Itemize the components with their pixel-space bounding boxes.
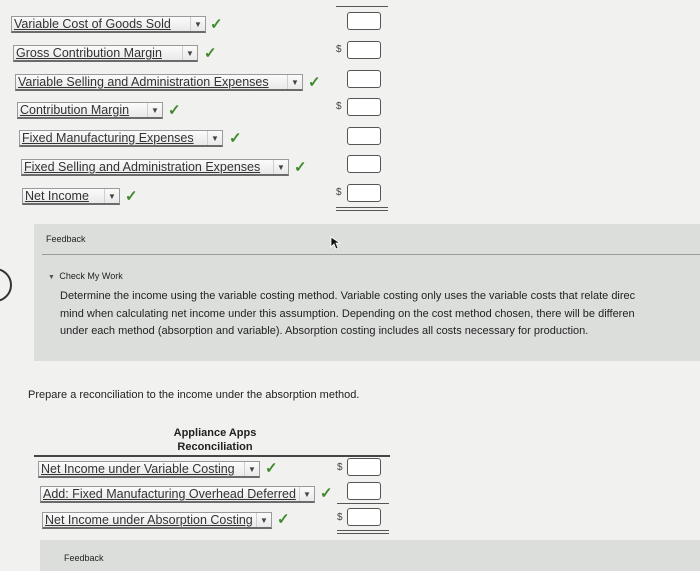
select-label: Gross Contribution Margin [16, 46, 162, 60]
checkmark-icon: ✓ [229, 130, 242, 147]
amount-input[interactable] [347, 12, 381, 30]
double-underline [336, 210, 388, 211]
select-label: Contribution Margin [20, 103, 130, 117]
checkmark-icon: ✓ [294, 159, 307, 176]
dollar-sign: $ [337, 462, 343, 473]
select-label: Variable Selling and Administration Expe… [18, 75, 269, 89]
column-rule [336, 6, 388, 7]
reconciliation-title: Reconciliation [177, 441, 253, 453]
feedback-panel-2: Feedback [40, 540, 700, 571]
divider [42, 254, 700, 255]
amount-input[interactable] [347, 184, 381, 202]
checkmark-icon: ✓ [277, 511, 290, 528]
checkmark-icon: ✓ [210, 16, 223, 33]
select-fixed-manufacturing-expenses[interactable]: Fixed Manufacturing Expenses ▼ [19, 130, 223, 147]
chevron-down-icon: ▼ [207, 131, 222, 145]
select-label: Net Income under Variable Costing [41, 462, 235, 476]
feedback-label: Feedback [64, 553, 104, 563]
feedback-line: Determine the income using the variable … [60, 290, 636, 302]
amount-input[interactable] [347, 508, 381, 526]
select-label: Fixed Manufacturing Expenses [22, 131, 194, 145]
double-underline [337, 533, 389, 534]
select-net-income[interactable]: Net Income ▼ [22, 188, 120, 205]
select-fixed-selling-admin-expenses[interactable]: Fixed Selling and Administration Expense… [21, 159, 289, 176]
company-name: Appliance Apps [173, 427, 257, 439]
select-label: Variable Cost of Goods Sold [14, 17, 171, 31]
select-net-income-absorption[interactable]: Net Income under Absorption Costing ▼ [42, 512, 272, 529]
select-fixed-mfg-overhead-deferred[interactable]: Add: Fixed Manufacturing Overhead Deferr… [40, 486, 315, 503]
feedback-text: Determine the income using the variable … [60, 288, 635, 341]
checkmark-icon: ✓ [125, 188, 138, 205]
feedback-label: Feedback [46, 234, 86, 244]
dollar-sign: $ [336, 187, 342, 198]
select-label: Net Income under Absorption Costing [45, 513, 253, 527]
select-label: Fixed Selling and Administration Expense… [24, 160, 261, 174]
select-variable-selling-admin-expenses[interactable]: Variable Selling and Administration Expe… [15, 74, 303, 91]
subtotal-rule [337, 503, 389, 504]
instruction-text: Prepare a reconciliation to the income u… [28, 389, 360, 401]
select-net-income-variable[interactable]: Net Income under Variable Costing ▼ [38, 461, 260, 478]
chevron-down-icon: ▼ [287, 75, 302, 89]
dollar-sign: $ [336, 101, 342, 112]
amount-input[interactable] [347, 41, 381, 59]
checkmark-icon: ✓ [204, 45, 217, 62]
chevron-down-icon: ▼ [104, 189, 119, 203]
chevron-down-icon: ▼ [182, 46, 197, 60]
amount-input[interactable] [347, 127, 381, 145]
double-underline [336, 207, 388, 208]
checkmark-icon: ✓ [265, 460, 278, 477]
amount-input[interactable] [347, 458, 381, 476]
chevron-down-icon: ▼ [244, 462, 259, 476]
select-label: Net Income [25, 189, 89, 203]
check-my-work-toggle[interactable]: ▼ Check My Work [48, 266, 123, 284]
amount-input[interactable] [347, 482, 381, 500]
chevron-down-icon: ▼ [273, 160, 288, 174]
dollar-sign: $ [337, 512, 343, 523]
chevron-down-icon: ▼ [299, 487, 314, 501]
amount-input[interactable] [347, 70, 381, 88]
dollar-sign: $ [336, 44, 342, 55]
chevron-down-icon: ▼ [190, 17, 205, 31]
checkmark-icon: ✓ [168, 102, 181, 119]
double-underline [337, 530, 389, 531]
chevron-down-icon: ▼ [256, 513, 271, 527]
partial-circle-icon [0, 268, 12, 302]
checkmark-icon: ✓ [320, 485, 333, 502]
feedback-line: under each method (absorption and variab… [60, 325, 589, 337]
chevron-down-icon: ▼ [147, 103, 162, 117]
amount-input[interactable] [347, 98, 381, 116]
select-gross-contribution-margin[interactable]: Gross Contribution Margin ▼ [13, 45, 198, 62]
feedback-line: mind when calculating net income under t… [60, 307, 635, 320]
collapse-triangle-icon: ▼ [48, 274, 55, 281]
amount-input[interactable] [347, 155, 381, 173]
cursor-icon [330, 236, 342, 250]
select-variable-cost-of-goods-sold[interactable]: Variable Cost of Goods Sold ▼ [11, 16, 206, 33]
feedback-panel: Feedback ▼ Check My Work Determine the i… [34, 224, 700, 361]
select-label: Add: Fixed Manufacturing Overhead Deferr… [43, 487, 296, 501]
header-rule [34, 455, 390, 457]
reconciliation-header: Appliance Apps Reconciliation [160, 426, 270, 454]
select-contribution-margin[interactable]: Contribution Margin ▼ [17, 102, 163, 119]
checkmark-icon: ✓ [308, 74, 321, 91]
check-my-work-label: Check My Work [59, 271, 123, 281]
